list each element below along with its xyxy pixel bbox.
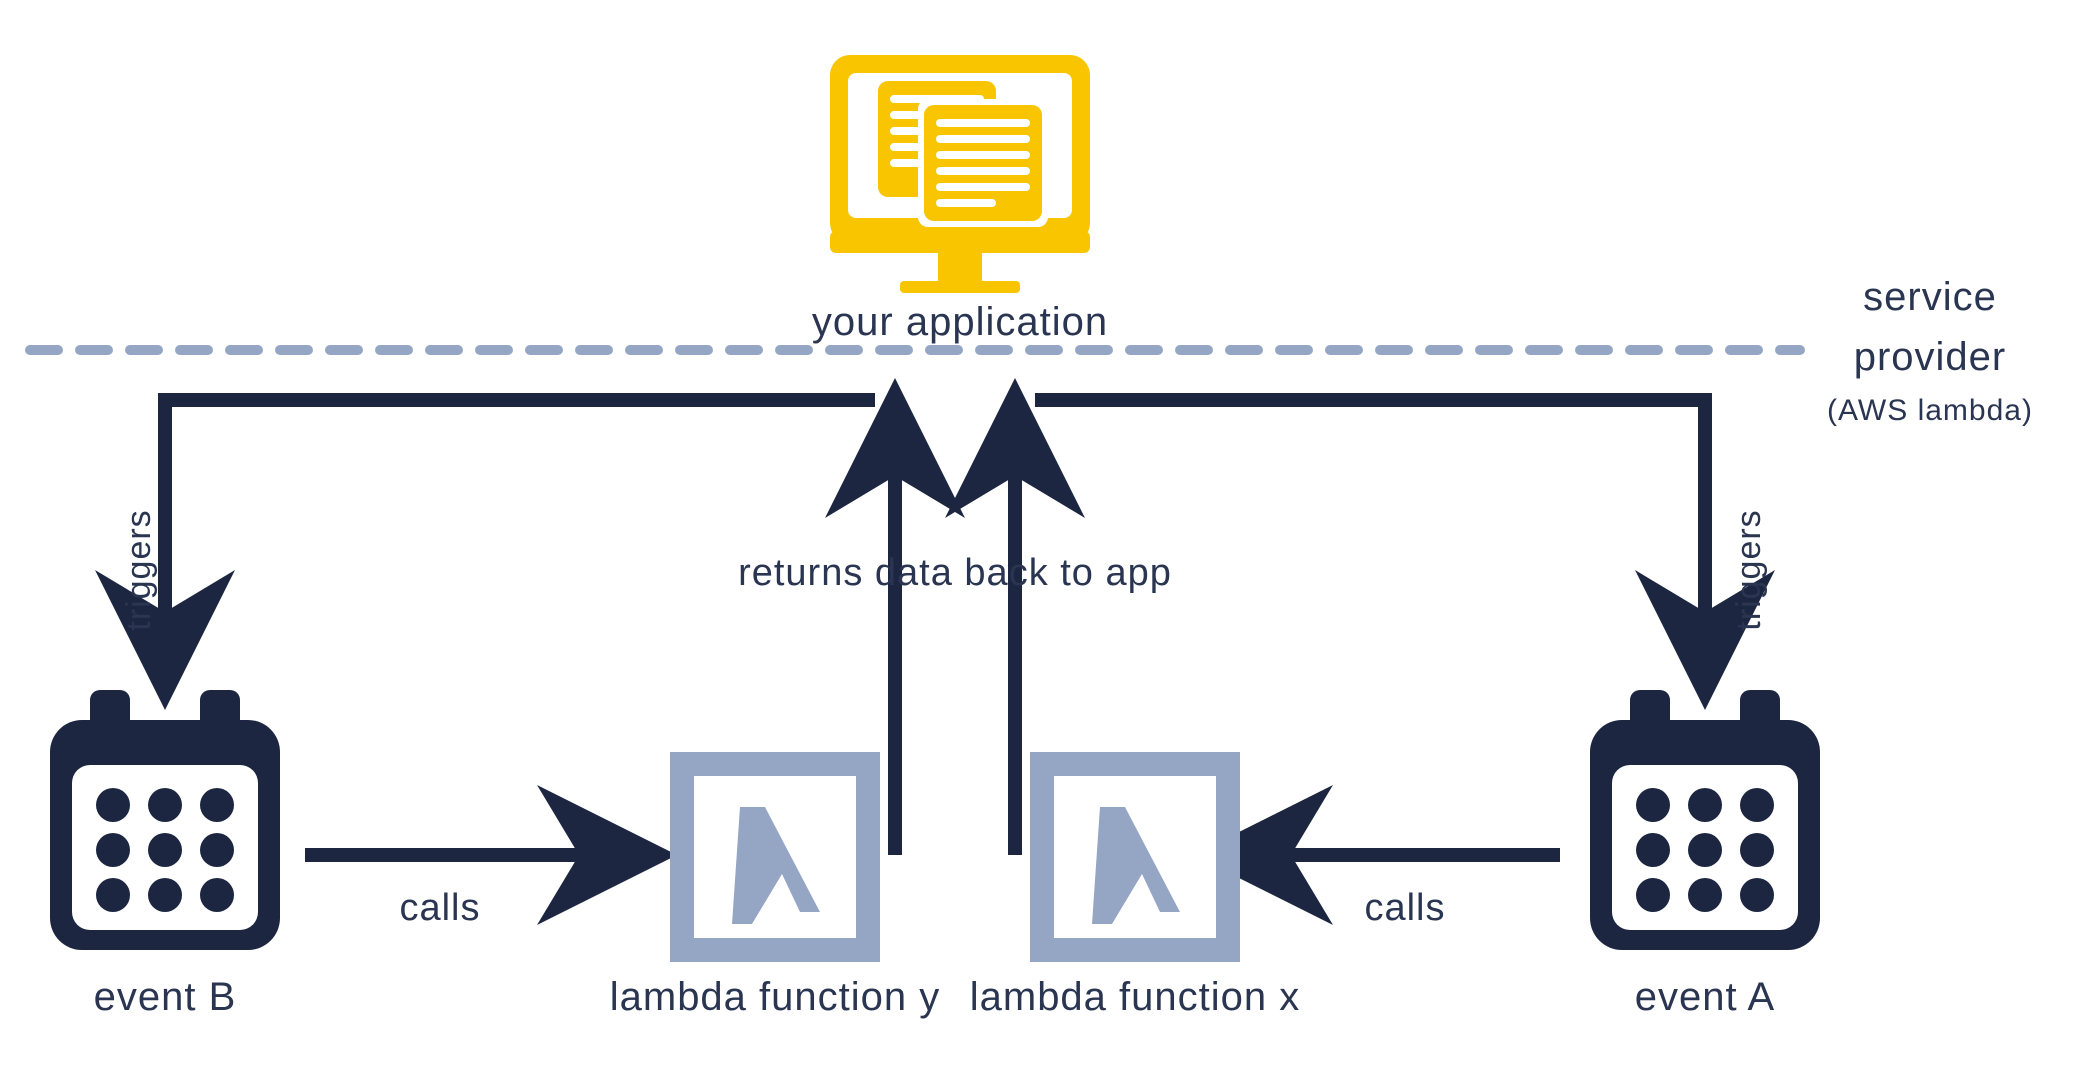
trigger-a-label: triggers — [1730, 509, 1768, 630]
event-b-icon — [50, 690, 280, 950]
lambda-x-label: lambda function x — [970, 975, 1301, 1019]
service-label-top: service — [1863, 275, 1997, 319]
lambda-y-label: lambda function y — [610, 975, 941, 1019]
lambda-y-icon — [670, 752, 880, 962]
trigger-a-arrow — [1035, 400, 1705, 668]
event-a-label: event A — [1635, 975, 1775, 1019]
application-icon — [830, 55, 1090, 293]
trigger-b-arrow — [165, 400, 875, 668]
event-b-label: event B — [94, 975, 237, 1019]
application-label: your application — [812, 300, 1108, 344]
event-a-icon — [1590, 690, 1820, 950]
calls-y-label: calls — [399, 887, 480, 929]
service-label-sub: (AWS lambda) — [1827, 394, 2033, 427]
service-label-bottom: provider — [1854, 335, 2007, 379]
lambda-x-icon — [1030, 752, 1240, 962]
return-label: returns data back to app — [738, 552, 1172, 594]
calls-x-label: calls — [1364, 887, 1445, 929]
diagram-canvas: service provider (AWS lambda) — [0, 0, 2100, 1080]
trigger-b-label: triggers — [120, 509, 158, 630]
